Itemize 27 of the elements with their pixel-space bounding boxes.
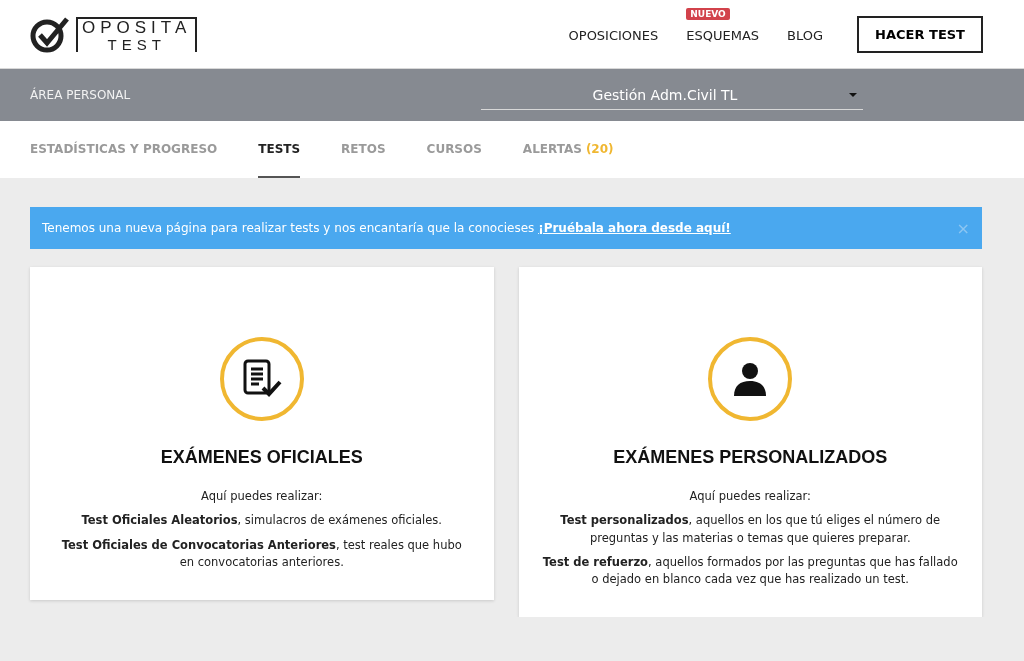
hacer-test-button[interactable]: HACER TEST [857,15,983,53]
card-title: EXÁMENES OFICIALES [160,447,363,468]
tab[interactable]: CURSOS [426,121,482,178]
tab[interactable]: ALERTAS (20) [522,121,614,178]
banner-text: Tenemos una nueva página para realizar tests y nos encantaría que la conocieses ¡Pruébala ahora desde aquí! [42,221,731,235]
new-badge: NUEVO [686,7,730,20]
logo-text: TEST [107,36,166,52]
nav-link[interactable]: BLOG [787,27,824,43]
personal-area-title: ÁREA PERSONAL [30,88,132,102]
card-description: Test de refuerzo, aquellos formados por las preguntas que has fallado o dejado en blanco cada vez que has realizado un test. [542,553,958,588]
card-description: Test personalizados, aquellos en los que tú eliges el número de preguntas y las materias o temas que quieres preparar. [559,512,942,547]
tab[interactable]: TESTS [258,121,301,178]
person-icon [732,361,769,397]
card-description: Test Oficiales Aleatorios, simulacros de exámenes oficiales. [81,512,443,530]
try-link[interactable]: ¡Pruébala ahora desde aquí! [538,221,731,235]
card-intro: Aquí puedes realizar: [689,488,811,505]
card-intro: Aquí puedes realizar: [201,488,323,505]
nav-link[interactable]: ESQUEMAS [686,27,760,43]
logo-text: OPOSITA [82,18,192,37]
caret-icon [849,92,857,97]
tab[interactable]: ESTADÍSTICAS Y PROGRESO [30,121,218,178]
nav-link[interactable]: OPOSICIONES [568,27,659,43]
course-select[interactable]: Gestión Adm.Civil TL [481,86,863,110]
card-description: Test Oficiales de Convocatorias Anteriores, test reales que hubo en convocatorias anteriores. [60,536,463,571]
tab[interactable]: RETOS [341,121,386,178]
logo-check-icon [30,15,70,53]
card-title: EXÁMENES PERSONALIZADOS [613,447,888,468]
